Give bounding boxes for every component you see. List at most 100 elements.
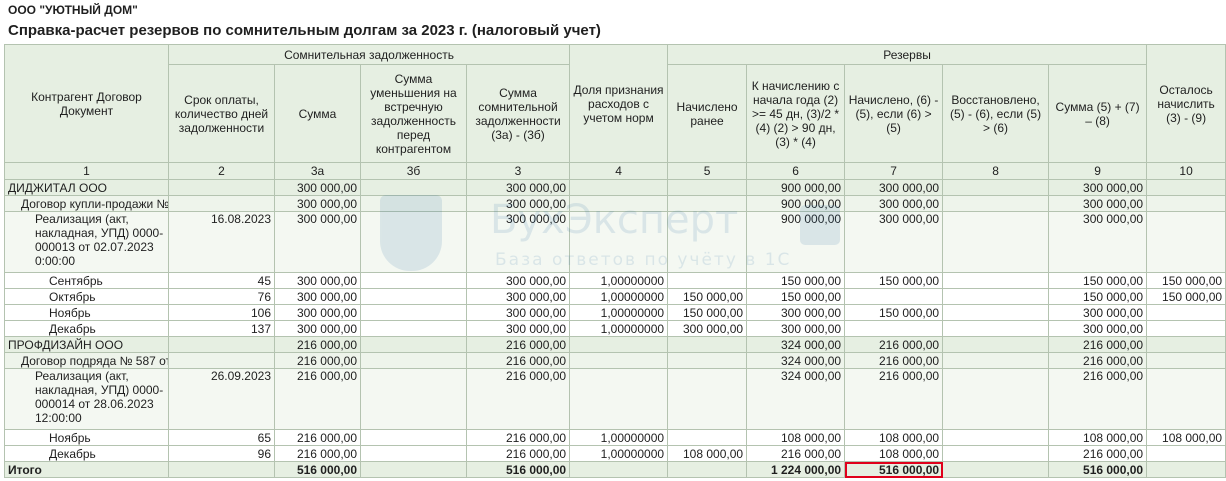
cell-col-11: 150 000,00 xyxy=(1048,272,1148,289)
cell-col-2: 65 xyxy=(168,429,275,446)
cell-col-4 xyxy=(360,352,467,369)
header-col10: Осталось начислить (3) - (9) xyxy=(1146,44,1226,163)
company-name: ООО "УЮТНЫЙ ДОМ" xyxy=(8,3,138,17)
cell-col-12 xyxy=(1146,368,1226,430)
row-label: Сентябрь xyxy=(4,272,169,289)
cell-col-8: 324 000,00 xyxy=(746,368,846,430)
cell-col-10 xyxy=(942,320,1050,337)
row-label: Октябрь xyxy=(4,288,169,305)
cell-col-6: 1,00000000 xyxy=(569,429,669,446)
cell-col-12 xyxy=(1146,304,1226,321)
cell-col-8: 108 000,00 xyxy=(746,429,846,446)
column-number: 2 xyxy=(168,162,275,180)
header-doubtful-group: Сомнительная задолженность xyxy=(167,44,571,65)
table-row[interactable]: Декабрь 96 216 000,00 216 000,00 1,00000000 1… xyxy=(4,445,1226,462)
column-numbers-row: 1 2 3а 3б 3 4 5 6 7 8 9 10 xyxy=(4,162,1226,180)
table-row[interactable]: Договор купли-продажи № 38 от 07.06.2023… xyxy=(4,195,1226,212)
cell-col-11: 300 000,00 xyxy=(1048,304,1148,321)
cell-col-11: 216 000,00 xyxy=(1048,368,1148,430)
cell-col-8: 300 000,00 xyxy=(746,304,846,321)
table-row[interactable]: Реализация (акт, накладная, УПД) 0000-00… xyxy=(4,368,1226,430)
cell-col-7 xyxy=(667,195,748,212)
header-reserves-group: Резервы xyxy=(667,44,1148,65)
cell-col-10 xyxy=(942,211,1050,273)
cell-col-11: 150 000,00 xyxy=(1048,288,1148,305)
cell-col-4 xyxy=(360,195,467,212)
cell-col-11: 300 000,00 xyxy=(1048,195,1148,212)
cell-col-9: 150 000,00 xyxy=(844,304,944,321)
cell-col-10 xyxy=(942,368,1050,430)
cell-col-12 xyxy=(1146,445,1226,462)
table-row[interactable]: ДИДЖИТАЛ ООО 300 000,00 300 000,00 900 000,… xyxy=(4,179,1226,196)
header-col2: Срок оплаты, количество дней задолженнос… xyxy=(168,64,275,163)
cell-col-9: 216 000,00 xyxy=(844,352,944,369)
cell-col-5: 300 000,00 xyxy=(465,272,571,289)
table-row[interactable]: Итого 516 000,00 516 000,00 1 224 000,00 516… xyxy=(4,461,1226,478)
cell-col-2: 76 xyxy=(168,288,275,305)
table-row[interactable]: Октябрь 76 300 000,00 300 000,00 1,00000000 1… xyxy=(4,288,1226,305)
row-label: Итого xyxy=(4,461,169,478)
cell-col-10 xyxy=(942,352,1050,369)
cell-col-4 xyxy=(360,288,467,305)
row-label: Декабрь xyxy=(4,320,169,337)
header-col3b: Сумма уменьшения на встречную задолженно… xyxy=(360,64,467,163)
cell-col-3: 300 000,00 xyxy=(274,320,361,337)
cell-col-7: 150 000,00 xyxy=(667,288,748,305)
cell-col-2 xyxy=(168,195,275,212)
column-number: 3 xyxy=(465,162,571,180)
cell-col-6 xyxy=(569,211,669,273)
cell-col-6 xyxy=(569,336,669,353)
cell-col-10 xyxy=(942,288,1050,305)
row-label: ДИДЖИТАЛ ООО xyxy=(4,179,169,196)
cell-col-8: 324 000,00 xyxy=(746,352,846,369)
cell-col-4 xyxy=(360,429,467,446)
cell-col-8: 300 000,00 xyxy=(746,320,846,337)
cell-col-5: 216 000,00 xyxy=(465,429,571,446)
header-col9: Сумма (5) + (7) – (8) xyxy=(1048,64,1148,163)
cell-col-3: 300 000,00 xyxy=(274,211,361,273)
cell-col-5: 300 000,00 xyxy=(465,179,571,196)
table-row[interactable]: Договор подряда № 587 от 20.03.2023 216 0… xyxy=(4,352,1226,369)
cell-col-5: 300 000,00 xyxy=(465,320,571,337)
cell-col-8: 900 000,00 xyxy=(746,195,846,212)
table-row[interactable]: Ноябрь 106 300 000,00 300 000,00 1,00000000 1… xyxy=(4,304,1226,321)
cell-col-12 xyxy=(1146,320,1226,337)
header-col3: Сумма сомнительной задолженности (3а) - … xyxy=(465,64,571,163)
column-number: 6 xyxy=(746,162,846,180)
cell-col-7 xyxy=(667,368,748,430)
cell-col-6: 1,00000000 xyxy=(569,272,669,289)
row-label: Ноябрь xyxy=(4,304,169,321)
cell-col-11: 216 000,00 xyxy=(1048,445,1148,462)
table-row[interactable]: Сентябрь 45 300 000,00 300 000,00 1,00000000… xyxy=(4,272,1226,289)
cell-col-5: 216 000,00 xyxy=(465,336,571,353)
cell-col-10 xyxy=(942,445,1050,462)
cell-col-7 xyxy=(667,352,748,369)
column-number: 3б xyxy=(360,162,467,180)
cell-col-10 xyxy=(942,429,1050,446)
cell-col-10 xyxy=(942,195,1050,212)
table-row[interactable]: ПРОФДИЗАЙН ООО 216 000,00 216 000,00 324 00… xyxy=(4,336,1226,353)
table-row[interactable]: Ноябрь 65 216 000,00 216 000,00 1,00000000 10… xyxy=(4,429,1226,446)
cell-col-11: 300 000,00 xyxy=(1048,179,1148,196)
cell-col-7 xyxy=(667,211,748,273)
cell-col-2: 45 xyxy=(168,272,275,289)
cell-col-8: 150 000,00 xyxy=(746,288,846,305)
cell-col-6 xyxy=(569,368,669,430)
cell-col-6: 1,00000000 xyxy=(569,320,669,337)
table-row[interactable]: Декабрь 137 300 000,00 300 000,00 1,00000000… xyxy=(4,320,1226,337)
row-label: ПРОФДИЗАЙН ООО xyxy=(4,336,169,353)
cell-col-6: 1,00000000 xyxy=(569,445,669,462)
table-row[interactable]: Реализация (акт, накладная, УПД) 0000-00… xyxy=(4,211,1226,273)
cell-col-9: 300 000,00 xyxy=(844,211,944,273)
cell-col-6 xyxy=(569,195,669,212)
header-counterparty: Контрагент Договор Документ xyxy=(4,44,169,163)
cell-col-7 xyxy=(667,336,748,353)
column-number: 8 xyxy=(942,162,1050,180)
cell-col-12 xyxy=(1146,211,1226,273)
cell-col-8: 900 000,00 xyxy=(746,179,846,196)
cell-col-2: 16.08.2023 xyxy=(168,211,275,273)
cell-col-7 xyxy=(667,179,748,196)
cell-col-11: 300 000,00 xyxy=(1048,320,1148,337)
header-col3a: Сумма xyxy=(274,64,361,163)
cell-col-9 xyxy=(844,320,944,337)
